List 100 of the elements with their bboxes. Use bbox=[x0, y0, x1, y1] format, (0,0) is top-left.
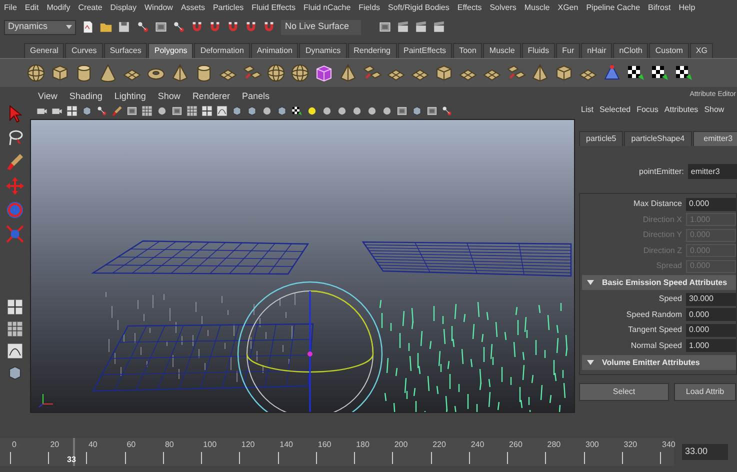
sphere-icon[interactable] bbox=[26, 63, 46, 83]
section-header[interactable]: Volume Emitter Attributes bbox=[582, 355, 736, 370]
checker-icon[interactable] bbox=[674, 63, 694, 83]
box-icon[interactable] bbox=[6, 364, 24, 382]
checker-icon[interactable] bbox=[291, 105, 303, 117]
menu-item[interactable]: Create bbox=[78, 2, 102, 14]
menu-item[interactable]: Fields bbox=[358, 2, 380, 14]
window-icon[interactable] bbox=[171, 105, 183, 117]
node-name-field[interactable]: emitter3 bbox=[688, 164, 737, 179]
window-icon[interactable] bbox=[154, 20, 168, 34]
box-icon[interactable] bbox=[276, 105, 288, 117]
panel-menu-item[interactable]: Focus bbox=[636, 104, 658, 116]
pyramid-icon[interactable] bbox=[530, 63, 550, 83]
cone-icon[interactable] bbox=[98, 63, 118, 83]
layout-icon[interactable] bbox=[201, 105, 213, 117]
shelf-tab[interactable]: Fluids bbox=[522, 43, 556, 58]
ball-icon[interactable] bbox=[381, 105, 393, 117]
node-tab[interactable]: particleShape4 bbox=[624, 131, 692, 146]
menu-item[interactable]: Bifrost bbox=[648, 2, 671, 14]
grid-icon[interactable] bbox=[186, 105, 198, 117]
menu-set-dropdown[interactable]: Dynamics bbox=[4, 20, 76, 34]
shelf-tab[interactable]: Toon bbox=[453, 43, 482, 58]
current-frame-field[interactable]: 33.00 bbox=[682, 444, 728, 460]
node-icon[interactable] bbox=[96, 105, 108, 117]
magnet-icon[interactable] bbox=[262, 20, 276, 34]
attribute-field[interactable]: 30.000 bbox=[686, 292, 736, 306]
menu-item[interactable]: Solvers bbox=[490, 2, 516, 14]
menu-item[interactable]: Fluid nCache bbox=[304, 2, 351, 14]
pyramid-icon[interactable] bbox=[338, 63, 358, 83]
paint-brush-icon[interactable] bbox=[5, 152, 25, 172]
window-icon[interactable] bbox=[378, 20, 392, 34]
clapper-icon[interactable] bbox=[396, 20, 410, 34]
shelf-tab[interactable]: nCloth bbox=[613, 43, 648, 58]
menu-item[interactable]: Display bbox=[110, 2, 136, 14]
attribute-field[interactable]: 0.000 bbox=[686, 308, 736, 322]
node-tab[interactable]: emitter3 bbox=[692, 131, 737, 146]
section-header[interactable]: Basic Emission Speed Attributes bbox=[582, 275, 736, 290]
ball-icon[interactable] bbox=[156, 105, 168, 117]
shelf-tab[interactable]: Curves bbox=[65, 43, 103, 58]
cube-icon[interactable] bbox=[434, 63, 454, 83]
panel-button[interactable]: Load Attrib bbox=[674, 383, 736, 401]
window-icon[interactable] bbox=[396, 105, 408, 117]
magnet-icon[interactable] bbox=[226, 20, 240, 34]
shelf-tab[interactable]: Rendering bbox=[348, 43, 397, 58]
shelf-tab[interactable]: Fur bbox=[556, 43, 580, 58]
shelf-tab[interactable]: Custom bbox=[649, 43, 689, 58]
magnet-icon[interactable] bbox=[208, 20, 222, 34]
menu-item[interactable]: Soft/Rigid Bodies bbox=[388, 2, 450, 14]
graph-icon[interactable] bbox=[6, 342, 24, 360]
attribute-field[interactable]: 1.000 bbox=[686, 339, 736, 352]
save-icon[interactable] bbox=[117, 20, 131, 34]
viewport-menu-item[interactable]: Show bbox=[158, 90, 180, 104]
shelf-tab[interactable]: nHair bbox=[581, 43, 612, 58]
shelf-tab[interactable]: PaintEffects bbox=[398, 43, 452, 58]
viewport-menu-item[interactable]: Shading bbox=[69, 90, 102, 104]
layout-icon[interactable] bbox=[6, 298, 24, 316]
shelf-tab[interactable]: Animation bbox=[250, 43, 298, 58]
shelf-tab[interactable]: XG bbox=[690, 43, 714, 58]
shelf-tab[interactable]: Surfaces bbox=[104, 43, 148, 58]
panel-menu-item[interactable]: Selected bbox=[599, 104, 631, 116]
panel-menu-item[interactable]: List bbox=[581, 104, 594, 116]
menu-item[interactable]: Help bbox=[678, 2, 696, 14]
cube-icon[interactable] bbox=[50, 63, 70, 83]
shelf-tab[interactable]: Muscle bbox=[483, 43, 521, 58]
shelf-tab[interactable]: Dynamics bbox=[299, 43, 347, 58]
document-icon[interactable] bbox=[81, 20, 95, 34]
box-icon[interactable] bbox=[231, 105, 243, 117]
menu-item[interactable]: File bbox=[4, 2, 17, 14]
grid-icon[interactable] bbox=[6, 320, 24, 338]
window-icon[interactable] bbox=[126, 105, 138, 117]
menu-item[interactable]: Particles bbox=[212, 2, 244, 14]
ball-icon[interactable] bbox=[351, 105, 363, 117]
attribute-field[interactable]: 0.000 bbox=[686, 198, 736, 211]
panel-menu-item[interactable]: Attributes bbox=[664, 104, 698, 116]
node-icon[interactable] bbox=[441, 105, 453, 117]
menu-item[interactable]: Window bbox=[144, 2, 173, 14]
box-icon[interactable] bbox=[246, 105, 258, 117]
menu-item[interactable]: Modify bbox=[46, 2, 70, 14]
checker-icon[interactable] bbox=[650, 63, 670, 83]
menu-item[interactable]: Pipeline Cache bbox=[586, 2, 640, 14]
sphere-icon[interactable] bbox=[266, 63, 286, 83]
shelf-tab[interactable]: Polygons bbox=[148, 43, 194, 58]
grid-icon[interactable] bbox=[141, 105, 153, 117]
node-tab[interactable]: particle5 bbox=[579, 131, 624, 146]
polygon-cube-icon[interactable] bbox=[314, 63, 334, 83]
checker-icon[interactable] bbox=[626, 63, 646, 83]
ball-icon[interactable] bbox=[321, 105, 333, 117]
light-icon[interactable] bbox=[306, 105, 318, 117]
window-icon[interactable] bbox=[426, 105, 438, 117]
attribute-field[interactable]: 0.000 bbox=[686, 324, 736, 337]
layout-icon[interactable] bbox=[66, 105, 78, 117]
box-icon[interactable] bbox=[81, 105, 93, 117]
menu-item[interactable]: Effects bbox=[457, 2, 482, 14]
node-icon[interactable] bbox=[136, 20, 150, 34]
menu-item[interactable]: Assets bbox=[180, 2, 205, 14]
menu-item[interactable]: Muscle bbox=[524, 2, 550, 14]
magnet-icon[interactable] bbox=[244, 20, 258, 34]
sphere-icon[interactable] bbox=[290, 63, 310, 83]
viewport-menu-item[interactable]: Renderer bbox=[192, 90, 230, 104]
box-icon[interactable] bbox=[411, 105, 423, 117]
